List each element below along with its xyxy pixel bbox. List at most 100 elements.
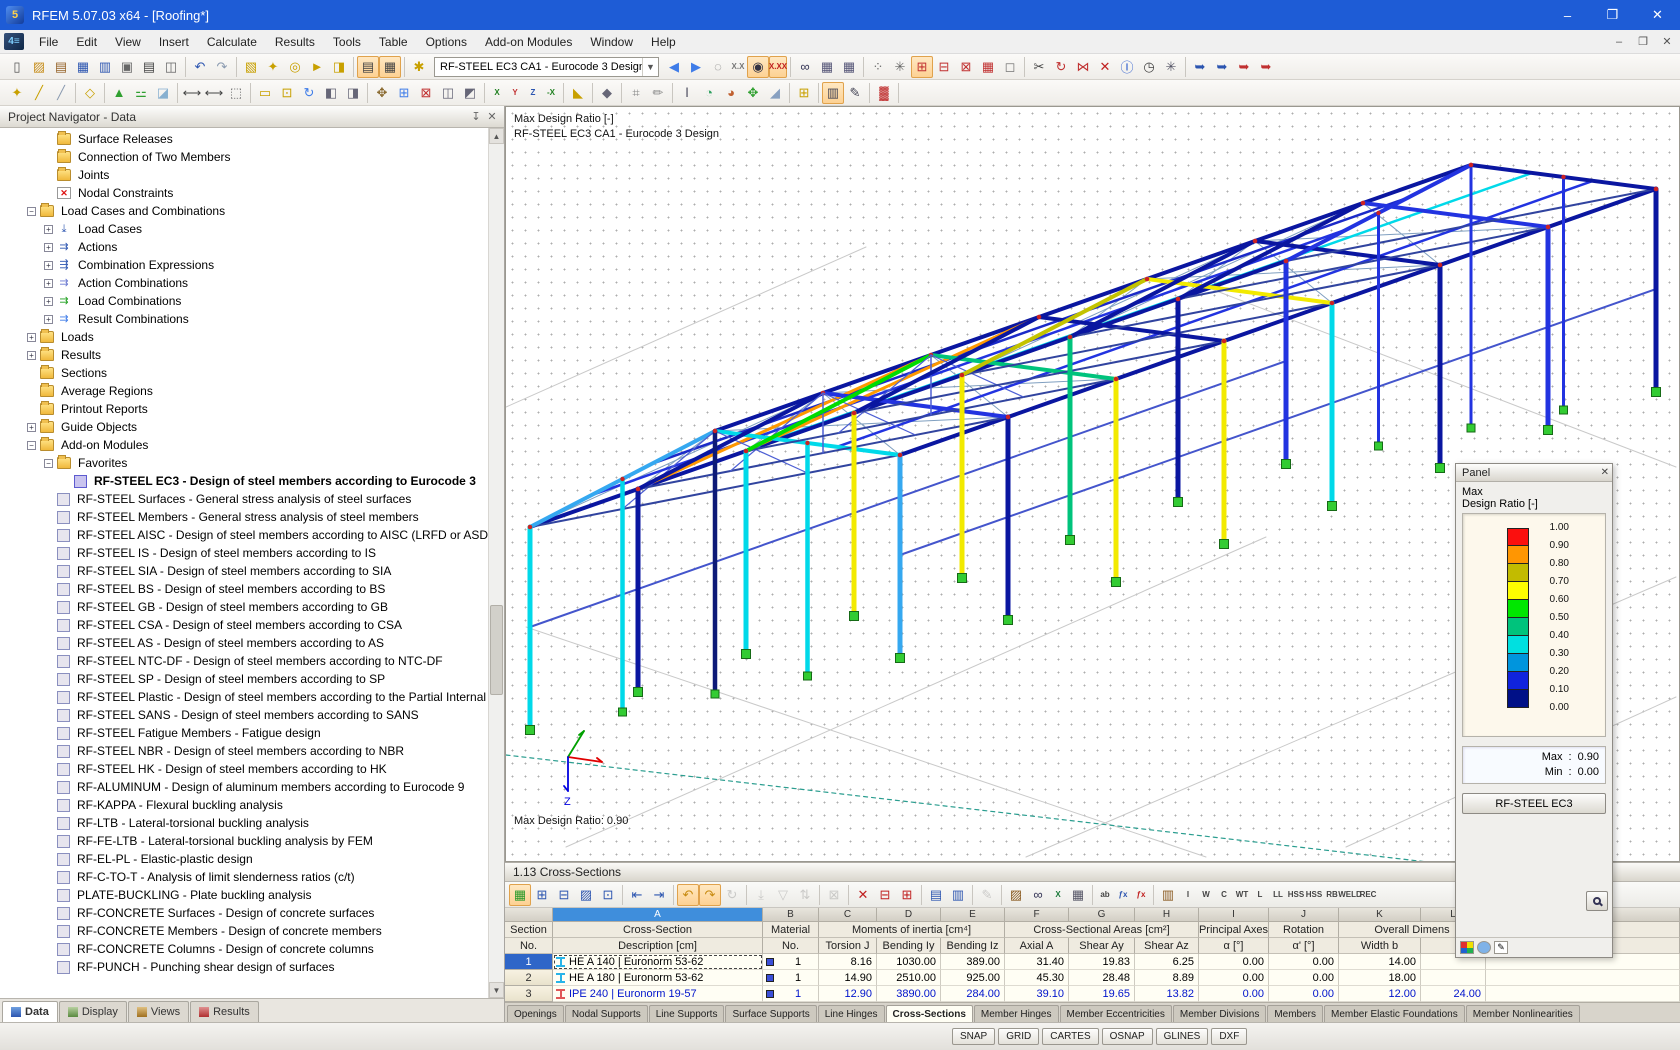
table-tab-members[interactable]: Members: [1267, 1005, 1324, 1022]
display-properties-button[interactable]: ⌗: [625, 82, 647, 104]
value-cell[interactable]: 45.30: [1005, 970, 1069, 986]
tree-item[interactable]: Surface Releases: [0, 130, 488, 148]
cube-wire-button[interactable]: ◧: [320, 82, 342, 104]
row-number-cell[interactable]: 1: [505, 954, 553, 970]
pan-button[interactable]: ✥: [371, 82, 393, 104]
redo-button[interactable]: ↷: [211, 56, 233, 78]
value-cell[interactable]: 12.90: [819, 986, 877, 1002]
row-options-button[interactable]: ⊡: [597, 884, 619, 906]
building-model-button[interactable]: ▦: [977, 56, 999, 78]
excel-export-button[interactable]: X: [1049, 884, 1067, 906]
table-tab-line-supports[interactable]: Line Supports: [648, 1005, 725, 1022]
tree-item[interactable]: RF-STEEL GB - Design of steel members ac…: [0, 598, 488, 616]
panel-tab-filter-icon[interactable]: ✎: [1494, 941, 1508, 954]
add-column-button[interactable]: ⊞: [896, 884, 918, 906]
project-manager-button[interactable]: ▤: [50, 56, 72, 78]
expand-icon[interactable]: +: [27, 350, 36, 360]
surface-results-button[interactable]: ◔: [698, 82, 720, 104]
line-button[interactable]: ╱: [28, 82, 50, 104]
dot-grid-button[interactable]: ⁘: [867, 56, 889, 78]
tree-item[interactable]: RF-STEEL NBR - Design of steel members a…: [0, 742, 488, 760]
tree-item[interactable]: RF-STEEL Plastic - Design of steel membe…: [0, 688, 488, 706]
tree-item[interactable]: PLATE-BUCKLING - Plate buckling analysis: [0, 886, 488, 904]
value-cell[interactable]: 0.00: [1199, 954, 1269, 970]
value-cell[interactable]: 0.00: [1269, 986, 1339, 1002]
table-apply-button[interactable]: ▦: [509, 883, 531, 906]
column-letter-C[interactable]: C: [819, 908, 877, 922]
menu-edit[interactable]: Edit: [67, 32, 106, 52]
tree-item[interactable]: Joints: [0, 166, 488, 184]
light-button[interactable]: ✦: [262, 56, 284, 78]
tree-item[interactable]: RF-STEEL SIA - Design of steel members a…: [0, 562, 488, 580]
expand-icon[interactable]: +: [27, 422, 36, 432]
menu-window[interactable]: Window: [581, 32, 642, 52]
formula-del-button[interactable]: ƒx: [1132, 884, 1150, 906]
value-cell[interactable]: 925.00: [941, 970, 1005, 986]
formula-button[interactable]: ƒx: [1114, 884, 1132, 906]
insert-row-button[interactable]: ⊞: [531, 884, 553, 906]
row-number-cell[interactable]: 3: [505, 986, 553, 1002]
navigator-tab-display[interactable]: Display: [58, 1001, 127, 1022]
library-button[interactable]: ▥: [1157, 884, 1179, 906]
import-button[interactable]: ▨: [1005, 884, 1027, 906]
view-minus-x-button[interactable]: -X: [542, 82, 560, 104]
new-window-button[interactable]: ◨: [328, 56, 350, 78]
work-plane-xz-button[interactable]: ⊠: [955, 56, 977, 78]
status-toggle-snap[interactable]: SNAP: [952, 1028, 996, 1045]
close-button[interactable]: ✕: [1635, 0, 1680, 30]
tree-item[interactable]: + ⇉ Load Combinations: [0, 292, 488, 310]
navigator-tab-results[interactable]: Results: [190, 1001, 259, 1022]
value-cell[interactable]: 14.90: [819, 970, 877, 986]
show-values-button[interactable]: X.XX: [769, 55, 787, 78]
tree-item[interactable]: RF-CONCRETE Members - Design of concrete…: [0, 922, 488, 940]
value-cell[interactable]: 0.00: [1269, 954, 1339, 970]
solid-results-button[interactable]: ◕: [720, 82, 742, 104]
column-letter-F[interactable]: F: [1005, 908, 1069, 922]
tree-item[interactable]: Average Regions: [0, 382, 488, 400]
menu-tools[interactable]: Tools: [324, 32, 370, 52]
section-type-i-button[interactable]: I: [1179, 884, 1197, 906]
sort-button[interactable]: ⇅: [794, 884, 816, 906]
member-set-button[interactable]: ⚍: [130, 82, 152, 104]
table-tab-openings[interactable]: Openings: [507, 1005, 564, 1022]
tree-item[interactable]: + Guide Objects: [0, 418, 488, 436]
section-type-hss-button[interactable]: HSS: [1305, 884, 1323, 906]
column-letter-J[interactable]: J: [1269, 908, 1339, 922]
tree-item[interactable]: RF-CONCRETE Surfaces - Design of concret…: [0, 904, 488, 922]
color-scale-button[interactable]: ▓: [873, 82, 895, 104]
print-button[interactable]: ▤: [138, 56, 160, 78]
navigator-close-icon[interactable]: ✕: [484, 109, 500, 125]
render-button[interactable]: ▧: [240, 56, 262, 78]
tree-item[interactable]: − Load Cases and Combinations: [0, 202, 488, 220]
section-type-l-button[interactable]: L: [1251, 884, 1269, 906]
value-cell[interactable]: 389.00: [941, 954, 1005, 970]
tree-item[interactable]: RF-KAPPA - Flexural buckling analysis: [0, 796, 488, 814]
view-cube-button[interactable]: ◫: [437, 82, 459, 104]
panel-grid-button[interactable]: ⊞: [793, 82, 815, 104]
select-objects-button[interactable]: ◻: [999, 56, 1021, 78]
edit-row-button[interactable]: ▨: [575, 884, 597, 906]
show-tables-button[interactable]: ▤: [357, 55, 379, 78]
section-type-weld-button[interactable]: WELD: [1338, 884, 1362, 906]
value-cell[interactable]: 3890.00: [877, 986, 941, 1002]
status-toggle-osnap[interactable]: OSNAP: [1101, 1028, 1153, 1045]
panel-detail-button[interactable]: [1586, 891, 1608, 911]
value-cell[interactable]: 6.25: [1135, 954, 1199, 970]
tree-item[interactable]: RF-LTB - Lateral-torsional buckling anal…: [0, 814, 488, 832]
section-type-c-button[interactable]: C: [1215, 884, 1233, 906]
status-toggle-grid[interactable]: GRID: [998, 1028, 1040, 1045]
table-undo-button[interactable]: ↶: [677, 883, 699, 906]
table-tab-member-nonlinearities[interactable]: Member Nonlinearities: [1465, 1005, 1580, 1022]
material-cell[interactable]: 1: [763, 970, 819, 986]
column-letter-G[interactable]: G: [1069, 908, 1135, 922]
table-tab-surface-supports[interactable]: Surface Supports: [725, 1005, 817, 1022]
tree-item[interactable]: RF-STEEL Fatigue Members - Fatigue desig…: [0, 724, 488, 742]
tree-item[interactable]: + Results: [0, 346, 488, 364]
status-toggle-dxf[interactable]: DXF: [1211, 1028, 1248, 1045]
column-letter-H[interactable]: H: [1135, 908, 1199, 922]
value-cell[interactable]: 12.00: [1339, 986, 1421, 1002]
history-button[interactable]: ◷: [1138, 56, 1160, 78]
expand-icon[interactable]: +: [44, 242, 53, 252]
move-members-button[interactable]: ➥: [1233, 56, 1255, 78]
value-cell[interactable]: 24.00: [1421, 986, 1486, 1002]
